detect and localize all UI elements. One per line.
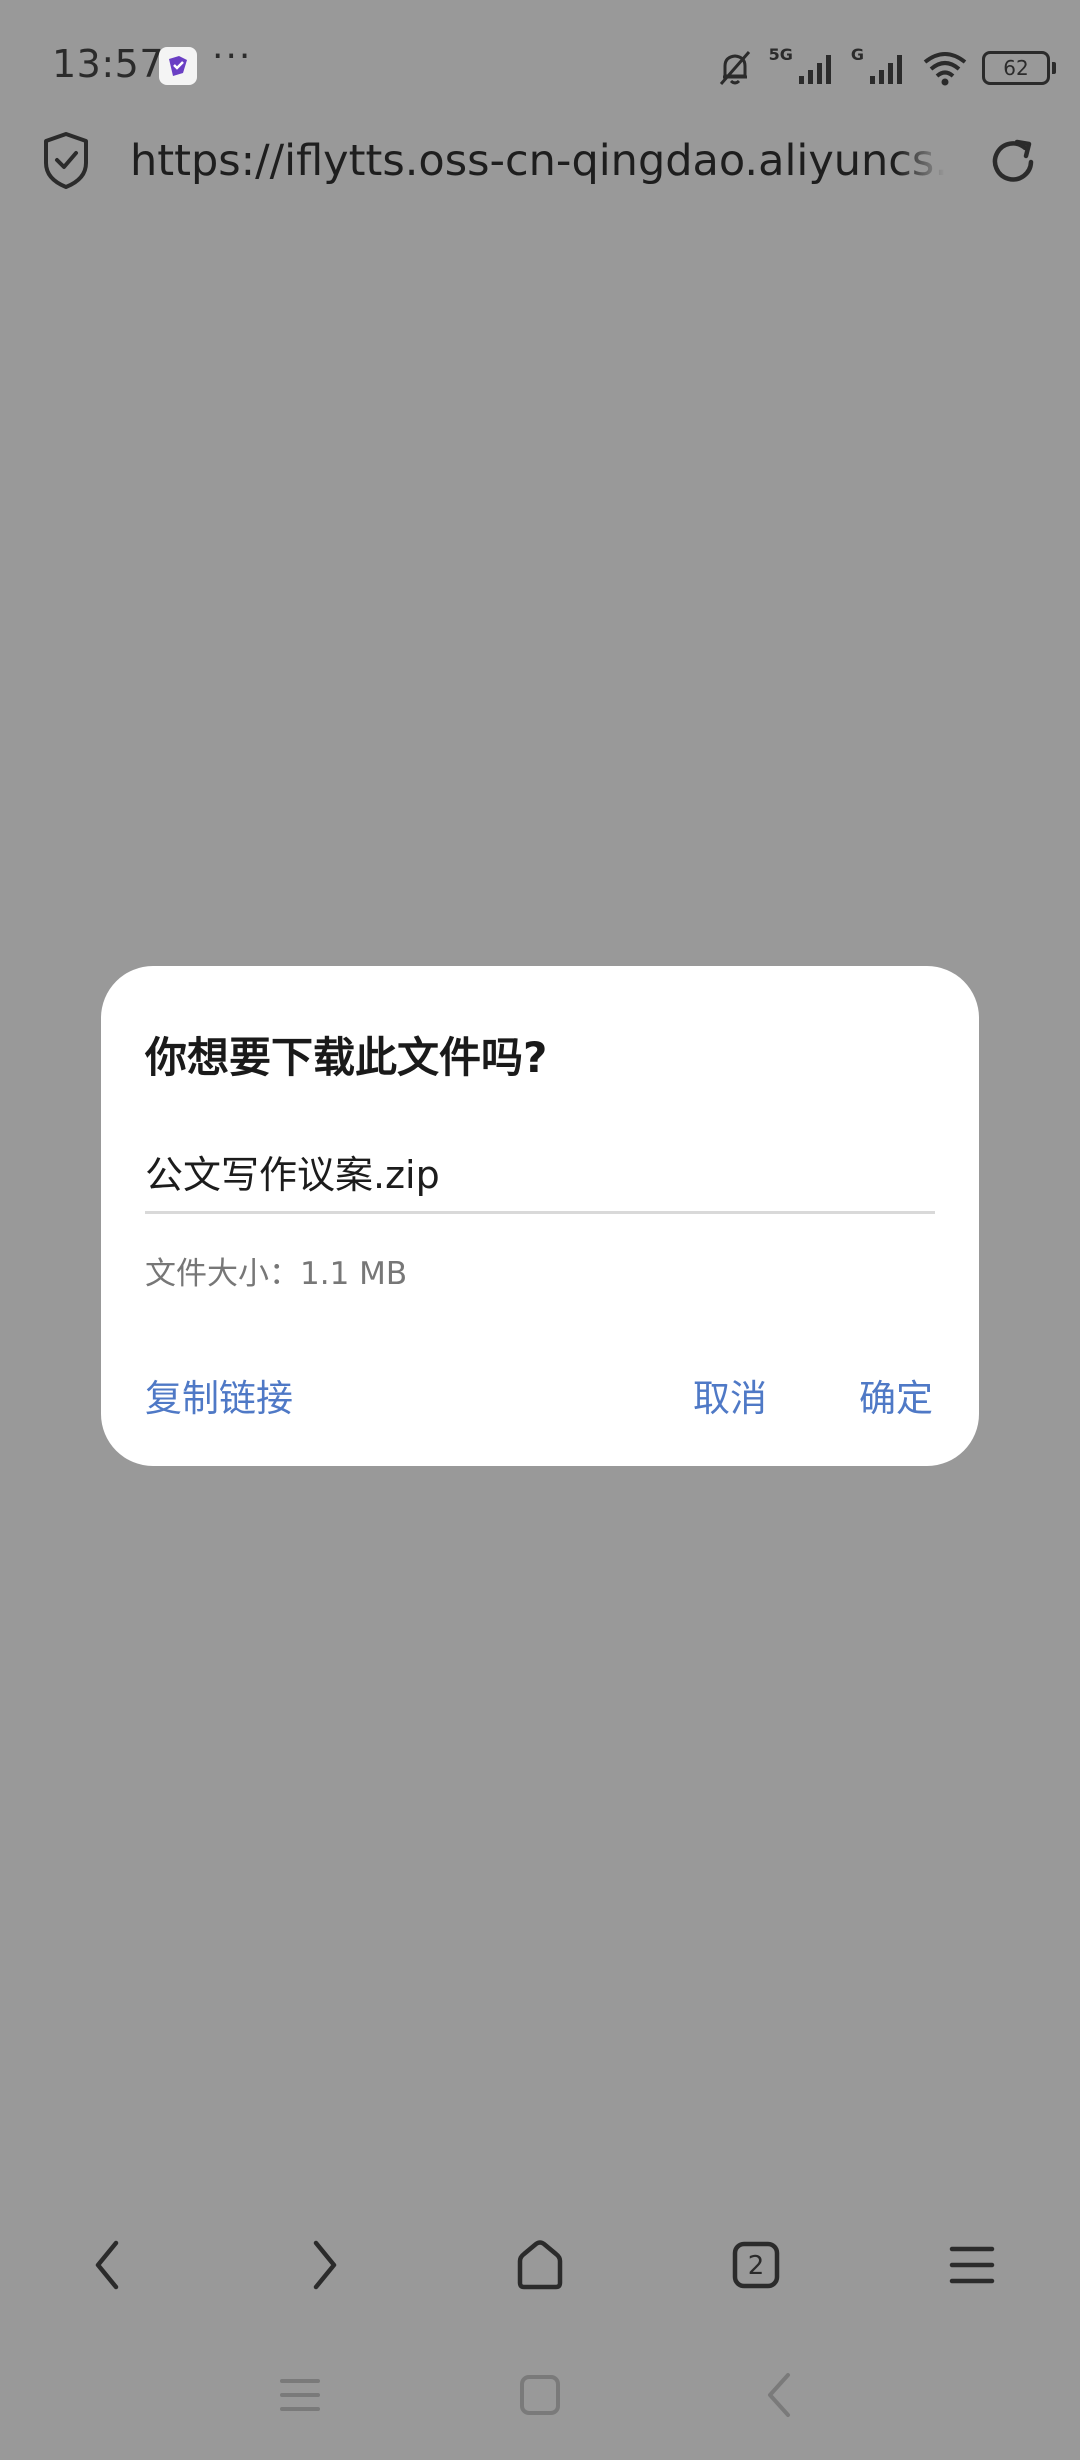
address-bar: https://iflytts.oss-cn-qingdao.aliyuncs.… (0, 130, 1080, 200)
network-g-label: G (850, 44, 864, 64)
home-button[interactable] (505, 2230, 575, 2300)
menu-icon (949, 2246, 995, 2284)
recents-button[interactable] (270, 2365, 330, 2425)
dialog-title: 你想要下载此文件吗? (145, 1033, 548, 1082)
signal-5g-icon (798, 55, 831, 84)
forward-button[interactable] (289, 2230, 359, 2300)
battery-icon: 62 (982, 51, 1056, 85)
forward-icon (313, 2240, 337, 2290)
back-nav-button[interactable] (750, 2365, 810, 2425)
file-size-label: 文件大小：1.1 MB (145, 1256, 408, 1292)
home-nav-button[interactable] (510, 2365, 570, 2425)
menu-button[interactable] (937, 2230, 1007, 2300)
download-dialog: 你想要下载此文件吗? 公文写作议案.zip 文件大小：1.1 MB 复制链接 取… (101, 966, 979, 1466)
browser-toolbar: 2 (0, 2215, 1080, 2315)
reload-icon[interactable] (985, 134, 1041, 190)
status-time: 13:57 (52, 42, 165, 86)
system-navigation-bar (0, 2350, 1080, 2440)
status-bar: 13:57 ··· 5G G 62 (0, 0, 1080, 130)
mute-bell-icon (719, 51, 750, 85)
network-5g-label: 5G (768, 44, 793, 64)
wifi-icon (923, 52, 967, 86)
recents-icon (280, 2379, 320, 2411)
copy-link-button[interactable]: 复制链接 (145, 1368, 293, 1422)
filename-underline (145, 1211, 935, 1214)
signal-g-icon (870, 55, 902, 84)
back-icon (95, 2240, 119, 2290)
url-field[interactable]: https://iflytts.oss-cn-qingdao.aliyuncs.… (130, 136, 945, 186)
back-nav-icon (768, 2373, 790, 2417)
cancel-button[interactable]: 取消 (693, 1368, 767, 1422)
filename-field[interactable]: 公文写作议案.zip (145, 1144, 440, 1199)
tabs-icon: 2 (732, 2241, 780, 2289)
app-badge-icon (159, 47, 197, 85)
security-shield-icon[interactable] (41, 130, 91, 190)
confirm-button[interactable]: 确定 (859, 1368, 933, 1422)
battery-level: 62 (1003, 56, 1029, 80)
tabs-button[interactable]: 2 (721, 2230, 791, 2300)
status-icons: 5G G 62 (715, 44, 1056, 92)
home-nav-icon (520, 2375, 560, 2415)
more-notifications-icon: ··· (212, 36, 253, 77)
home-icon (517, 2240, 563, 2290)
tab-count: 2 (748, 2251, 765, 2281)
back-button[interactable] (73, 2230, 143, 2300)
